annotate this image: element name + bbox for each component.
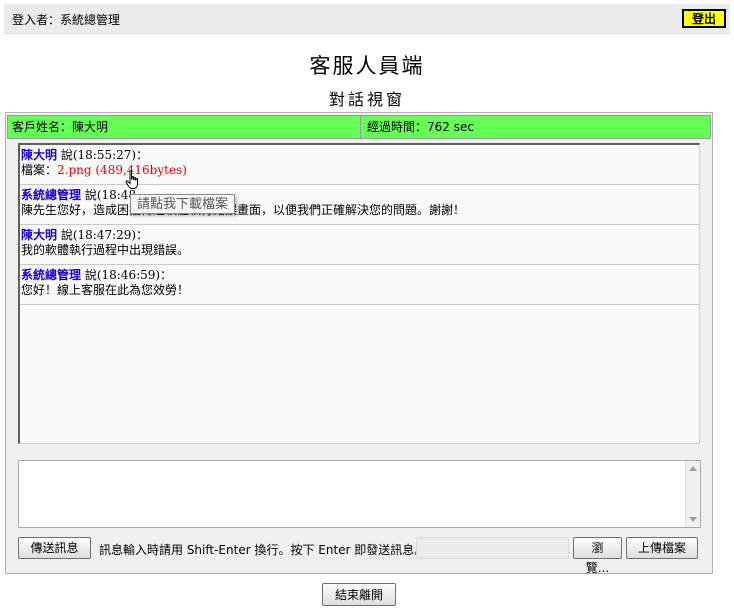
message-sender: 陳大明 <box>21 228 58 242</box>
message-body: 陳先生您好，造成困擾傳送軟體執行錯誤畫面，以便我們正確解決您的問題。謝謝！ <box>21 203 466 217</box>
scroll-down-arrow-icon[interactable] <box>689 517 697 522</box>
message-time: 說(18:48 <box>84 188 137 202</box>
message-sender: 系統總管理 <box>21 268 82 282</box>
chat-message: 陳大明 說(18:55:27)： 檔案：2.png (489,416bytes) <box>20 145 699 185</box>
hand-pointer-icon <box>125 170 138 189</box>
chat-message: 系統總管理 說(18:48 陳先生您好，造成困擾傳送軟體執行錯誤畫面，以便我們正… <box>20 185 699 225</box>
message-input[interactable] <box>19 461 685 527</box>
page-title: 客服人員端 <box>309 54 425 78</box>
message-sender: 系統總管理 <box>21 188 82 202</box>
file-path-field[interactable] <box>416 537 569 559</box>
login-user-label: 登入者：系統總管理 <box>12 13 121 27</box>
elapsed-time-label: 經過時間：762 sec <box>367 120 474 134</box>
message-body: 您好！線上客服在此為您效勞！ <box>21 283 190 297</box>
input-scrollbar[interactable] <box>685 461 700 527</box>
download-tooltip: 請點我下載檔案 <box>130 194 236 214</box>
customer-name-label: 客戶姓名：陳大明 <box>8 116 361 138</box>
chat-panel: 客戶姓名：陳大明 經過時間：762 sec 陳大明 說(18:55:27)： 檔… <box>5 112 713 575</box>
input-hint-text: 訊息輸入時請用 Shift-Enter 換行。按下 Enter 即發送訊息。 <box>99 543 427 557</box>
chat-message: 系統總管理 說(18:46:59)： 您好！線上客服在此為您效勞！ <box>20 265 699 305</box>
end-session-button[interactable]: 結束離開 <box>322 583 396 606</box>
message-time: 說(18:47:29)： <box>60 228 149 242</box>
file-prefix-label: 檔案： <box>21 163 58 177</box>
logout-button[interactable]: 登出 <box>682 9 726 28</box>
message-input-box <box>18 460 701 528</box>
top-bar: 登入者：系統總管理 登出 <box>4 4 730 34</box>
file-download-link[interactable]: 2.png (489,416bytes) <box>57 163 187 177</box>
page-subtitle: 對話視窗 <box>328 90 405 109</box>
scroll-up-arrow-icon[interactable] <box>689 466 697 471</box>
message-time: 說(18:46:59)： <box>84 268 173 282</box>
send-message-button[interactable]: 傳送訊息 <box>18 537 91 559</box>
message-body: 我的軟體執行過程中出現錯誤。 <box>21 243 190 257</box>
message-time: 說(18:55:27)： <box>60 148 149 162</box>
customer-info-row: 客戶姓名：陳大明 經過時間：762 sec <box>7 115 711 139</box>
browse-button[interactable]: 瀏覽... <box>573 537 622 575</box>
upload-file-button[interactable]: 上傳檔案 <box>626 537 698 559</box>
chat-history[interactable]: 陳大明 說(18:55:27)： 檔案：2.png (489,416bytes)… <box>18 143 700 444</box>
message-sender: 陳大明 <box>21 148 58 162</box>
chat-message: 陳大明 說(18:47:29)： 我的軟體執行過程中出現錯誤。 <box>20 225 699 265</box>
